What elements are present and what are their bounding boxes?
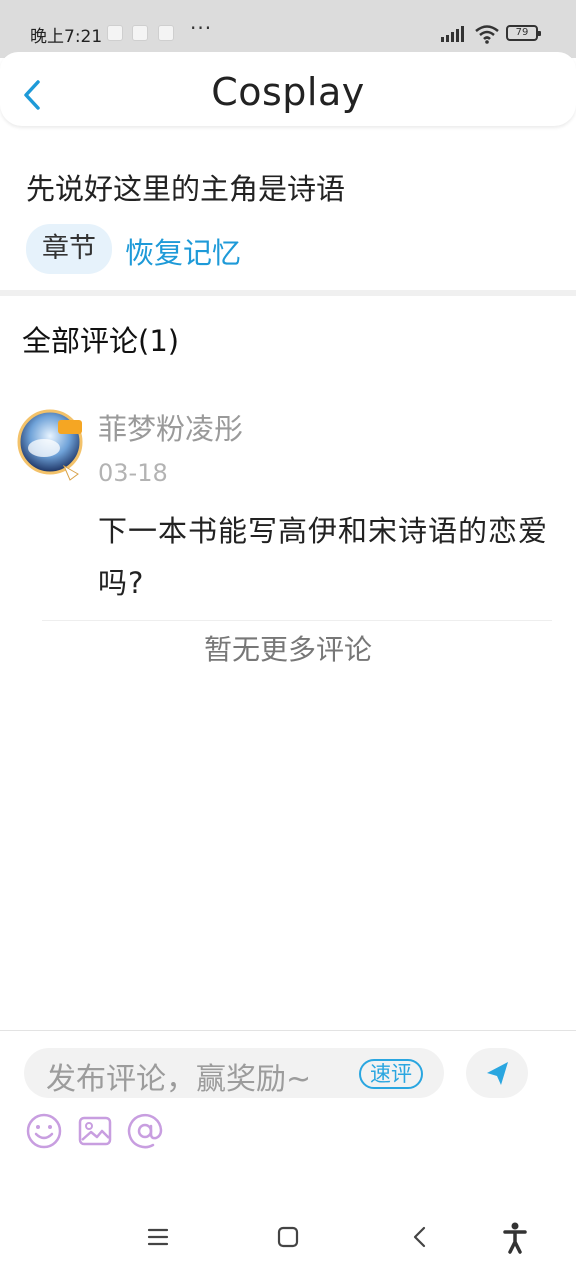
quick-review-button[interactable]: 速评	[359, 1059, 423, 1089]
app-notification-icon	[107, 25, 123, 41]
battery-icon: 79	[506, 25, 541, 41]
mention-icon[interactable]	[126, 1112, 164, 1150]
send-icon	[487, 1062, 508, 1085]
no-more-comments: 暂无更多评论	[203, 633, 372, 666]
menu-icon[interactable]	[143, 1220, 173, 1254]
comment-text: 下一本书能写高伊和宋诗语的恋爱吗?	[98, 514, 549, 600]
wifi-icon	[475, 25, 499, 44]
page-title: Cosplay	[211, 70, 365, 114]
image-icon[interactable]	[76, 1112, 114, 1150]
app-notification-icon	[132, 25, 148, 41]
section-divider	[0, 290, 576, 296]
send-button[interactable]	[466, 1048, 528, 1098]
comment-date: 03-18	[98, 459, 168, 487]
comments-title: 全部评论(1)	[22, 324, 180, 358]
comment-username[interactable]: 菲梦粉凌彤	[98, 406, 243, 448]
signal-icon	[441, 26, 464, 42]
chapter-link[interactable]: 恢复记忆	[125, 230, 241, 272]
status-time: 晚上7:21	[30, 27, 103, 47]
accessibility-icon[interactable]	[500, 1220, 530, 1254]
more-notifications-icon: ···	[190, 16, 213, 40]
chapter-chip: 章节	[26, 224, 112, 274]
back-icon[interactable]	[405, 1220, 435, 1254]
divider	[42, 620, 552, 621]
emoji-icon[interactable]	[25, 1112, 63, 1150]
app-notification-icon	[158, 25, 174, 41]
post-text: 先说好这里的主角是诗语	[26, 172, 346, 206]
avatar[interactable]	[14, 400, 84, 490]
home-icon[interactable]	[273, 1220, 303, 1254]
comment-input-placeholder: 发布评论，赢奖励~	[46, 1062, 312, 1097]
